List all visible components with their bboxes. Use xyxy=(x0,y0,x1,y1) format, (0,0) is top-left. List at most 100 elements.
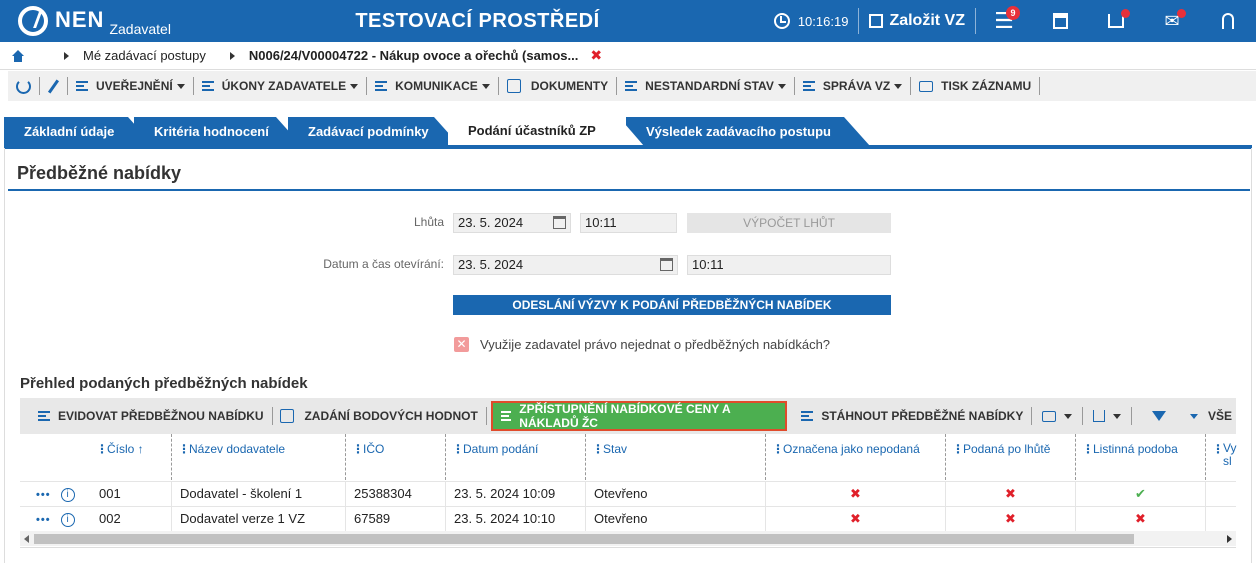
column-header-cislo[interactable]: ⋮Číslo ↑ xyxy=(90,434,172,480)
list-icon xyxy=(500,411,512,421)
menu-button[interactable]: ☰ 9 xyxy=(976,0,1032,42)
export-dropdown[interactable] xyxy=(1083,401,1131,431)
column-menu-icon[interactable]: ⋮ xyxy=(96,442,108,456)
caret-down-icon xyxy=(176,83,185,89)
more-icon[interactable]: ••• xyxy=(36,489,51,501)
tisk-button[interactable]: TISK ZÁZNAMU xyxy=(911,71,1039,101)
table-row[interactable]: ••• i 001 Dodavatel - školení 1 25388304 … xyxy=(20,481,1236,506)
lhuta-time-field[interactable]: 10:11 xyxy=(580,213,677,233)
column-menu-icon[interactable]: ⋮ xyxy=(452,442,464,456)
scroll-left-icon[interactable] xyxy=(24,535,29,543)
info-icon[interactable]: i xyxy=(60,487,75,502)
more-icon[interactable]: ••• xyxy=(36,514,51,526)
column-header-label: Datum podání xyxy=(463,442,539,456)
menu-ukony-label: ÚKONY ZADAVATELE xyxy=(221,79,347,93)
share-icon xyxy=(1093,410,1106,422)
chevron-right-icon xyxy=(229,51,235,60)
scroll-right-icon[interactable] xyxy=(1227,535,1232,543)
calculator-button[interactable] xyxy=(1032,0,1088,42)
zpristupneni-button[interactable]: ZPŘÍSTUPNĚNÍ NABÍDKOVÉ CENY A NÁKLADŮ ŽC xyxy=(490,401,788,431)
inbox-button[interactable] xyxy=(1088,0,1144,42)
column-header-vysledek[interactable]: ⋮Vy sl xyxy=(1206,434,1237,480)
column-header-label: Listinná podoba xyxy=(1093,442,1178,456)
lhuta-date-value: 23. 5. 2024 xyxy=(458,215,524,230)
document-icon xyxy=(280,409,295,423)
user-button[interactable] xyxy=(1200,0,1256,42)
create-vz-label: Založit VZ xyxy=(889,12,965,29)
list-icon xyxy=(38,411,50,421)
tab-vysledek[interactable]: Výsledek zadávacího postupu xyxy=(626,117,870,146)
evidovat-button[interactable]: EVIDOVAT PŘEDBĚŽNOU NABÍDKU xyxy=(20,401,272,431)
column-header-nepodana[interactable]: ⋮Označena jako nepodaná xyxy=(766,434,946,480)
column-header-listinna[interactable]: ⋮Listinná podoba xyxy=(1076,434,1206,480)
otevirani-date-field[interactable]: 23. 5. 2024 xyxy=(453,255,678,275)
otevirani-time-value: 10:11 xyxy=(692,257,724,272)
section-divider xyxy=(8,189,1250,191)
odeslani-vyzvy-button[interactable]: ODESLÁNÍ VÝZVY K PODÁNÍ PŘEDBĚŽNÝCH NABÍ… xyxy=(453,295,891,315)
otevirani-time-field[interactable]: 10:11 xyxy=(687,255,891,275)
printer-icon xyxy=(919,80,934,92)
column-menu-icon[interactable]: ⋮ xyxy=(772,442,784,456)
column-header-nazev[interactable]: ⋮Název dodavatele xyxy=(172,434,346,480)
cell-nazev: Dodavatel - školení 1 xyxy=(172,482,346,506)
column-header-stav[interactable]: ⋮Stav xyxy=(586,434,766,480)
edit-button[interactable] xyxy=(40,71,67,101)
column-header-actions xyxy=(20,434,90,480)
calculator-icon xyxy=(1052,13,1068,29)
grid-title: Přehled podaných předběžných nabídek xyxy=(20,375,308,392)
cell-cislo: 002 xyxy=(90,507,172,531)
refresh-icon xyxy=(16,78,31,94)
tab-kriteria-hodnoceni[interactable]: Kritéria hodnocení xyxy=(134,117,302,146)
column-header-label: Stav xyxy=(603,442,628,456)
nejednat-checkbox[interactable]: ✕ xyxy=(454,337,469,352)
scroll-thumb[interactable] xyxy=(34,534,1134,544)
caret-down-icon xyxy=(481,83,490,89)
menu-sprava[interactable]: SPRÁVA VZ xyxy=(795,71,910,101)
stahnout-button[interactable]: STÁHNOUT PŘEDBĚŽNÉ NABÍDKY xyxy=(791,401,1031,431)
filter-button[interactable] xyxy=(1132,401,1186,431)
refresh-button[interactable] xyxy=(8,71,39,101)
menu-ukony[interactable]: ÚKONY ZADAVATELE xyxy=(194,71,366,101)
list-icon xyxy=(201,81,214,91)
caret-down-icon xyxy=(894,83,903,89)
close-icon[interactable]: ✖ xyxy=(590,47,602,64)
breadcrumb-item-my-procedures[interactable]: Mé zadávací postupy xyxy=(83,48,206,63)
top-bar: NEN Zadavatel TESTOVACÍ PROSTŘEDÍ 10:16:… xyxy=(0,0,1256,42)
tab-zadavaci-podminky[interactable]: Zadávací podmínky xyxy=(288,117,460,146)
column-menu-icon[interactable]: ⋮ xyxy=(592,442,604,456)
column-menu-icon[interactable]: ⋮ xyxy=(1082,442,1094,456)
mail-button[interactable]: ✉ xyxy=(1144,0,1200,42)
print-dropdown[interactable] xyxy=(1032,401,1082,431)
menu-komunikace[interactable]: KOMUNIKACE xyxy=(367,71,498,101)
column-header-datum[interactable]: ⋮Datum podání xyxy=(446,434,586,480)
create-vz-button[interactable]: Založit VZ xyxy=(859,0,975,42)
column-header-ico[interactable]: ⋮IČO xyxy=(346,434,446,480)
dokumenty-button[interactable]: DOKUMENTY xyxy=(499,71,616,101)
column-menu-icon[interactable]: ⋮ xyxy=(952,442,964,456)
tab-podani-ucastniku[interactable]: Podání účastníků ZP xyxy=(448,116,644,146)
column-header-po-lhute[interactable]: ⋮Podaná po lhůtě xyxy=(946,434,1076,480)
zadani-bodovych-button[interactable]: ZADÁNÍ BODOVÝCH HODNOT xyxy=(272,401,485,431)
cell-ico: 25388304 xyxy=(346,482,446,506)
table-row[interactable]: ••• i 002 Dodavatel verze 1 VZ 67589 23. … xyxy=(20,506,1236,531)
horizontal-scrollbar[interactable] xyxy=(20,531,1236,546)
home-icon[interactable] xyxy=(12,49,24,62)
column-menu-icon[interactable]: ⋮ xyxy=(1212,442,1224,456)
vypocet-lhut-button[interactable]: VÝPOČET LHŮT xyxy=(687,213,891,233)
edit-icon xyxy=(869,14,884,28)
column-header-label: Označena jako nepodaná xyxy=(783,442,920,456)
tab-zakladni-udaje[interactable]: Základní údaje xyxy=(4,117,154,146)
vse-dropdown[interactable]: VŠE xyxy=(1186,401,1236,431)
cell-cislo: 001 xyxy=(90,482,172,506)
chevron-right-icon xyxy=(64,51,69,60)
cell-ico: 67589 xyxy=(346,507,446,531)
column-menu-icon[interactable]: ⋮ xyxy=(352,442,364,456)
menu-nestandardni-label: NESTANDARDNÍ STAV xyxy=(645,79,774,93)
menu-uverejneni[interactable]: UVEŘEJNĚNÍ xyxy=(68,71,193,101)
calendar-icon[interactable] xyxy=(660,258,673,271)
calendar-icon[interactable] xyxy=(553,216,566,229)
info-icon[interactable]: i xyxy=(60,512,75,527)
lhuta-date-field[interactable]: 23. 5. 2024 xyxy=(453,213,571,233)
menu-nestandardni[interactable]: NESTANDARDNÍ STAV xyxy=(617,71,794,101)
column-menu-icon[interactable]: ⋮ xyxy=(178,442,190,456)
